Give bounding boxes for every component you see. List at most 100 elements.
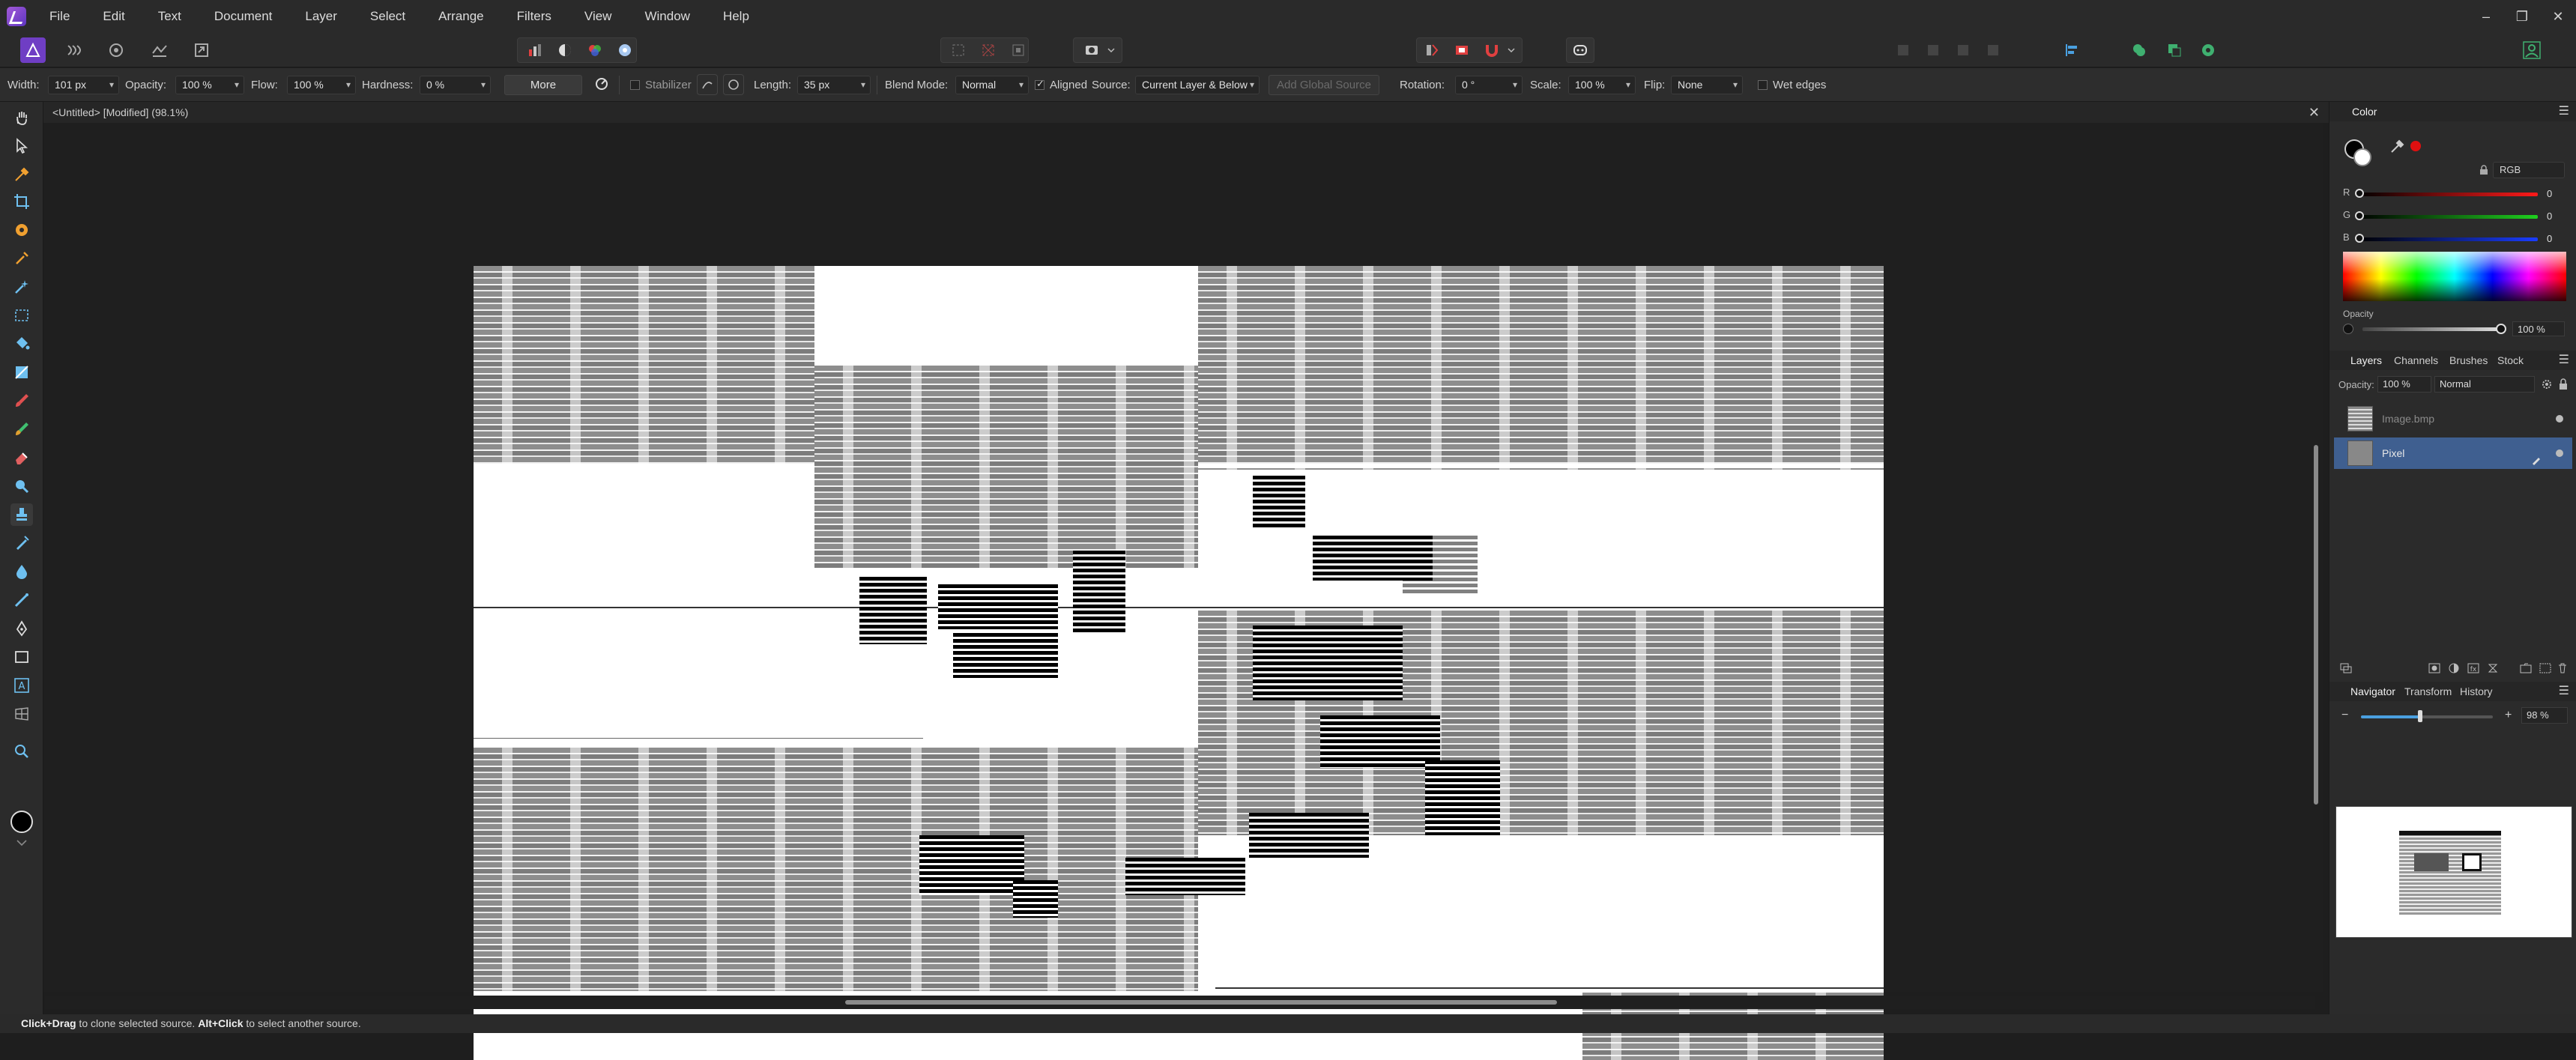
scrollbar-thumb[interactable] (2314, 445, 2318, 805)
tab-stock[interactable]: Stock (2497, 351, 2524, 370)
fill-layer-icon[interactable] (2487, 663, 2499, 677)
export-persona-icon[interactable] (189, 37, 214, 63)
secondary-color-swatch[interactable] (2353, 148, 2371, 166)
marquee-tool-icon[interactable] (10, 304, 33, 327)
stabilizer-checkbox[interactable] (630, 80, 640, 90)
boolean-subtract-icon[interactable] (2162, 37, 2187, 63)
chevron-down-icon[interactable] (1104, 37, 1118, 63)
panel-menu-icon[interactable]: ☰ (2559, 351, 2569, 370)
visibility-toggle-icon[interactable] (2556, 415, 2563, 423)
menu-text[interactable]: Text (142, 0, 198, 33)
green-channel-value[interactable]: 0 (2547, 209, 2568, 224)
menu-help[interactable]: Help (707, 0, 766, 33)
color-spectrum[interactable] (2343, 252, 2566, 301)
blue-channel-value[interactable]: 0 (2547, 231, 2568, 246)
boolean-add-icon[interactable] (2126, 37, 2152, 63)
erase-brush-tool-icon[interactable] (10, 446, 33, 469)
red-slider-knob[interactable] (2355, 189, 2364, 198)
horizontal-scrollbar[interactable] (45, 996, 2315, 1009)
color-swatches[interactable] (2344, 139, 2371, 166)
assistant-icon[interactable] (1567, 37, 1593, 63)
arrange-backward-icon[interactable] (1920, 37, 1946, 63)
layer-blend-select[interactable]: Normal (2434, 376, 2535, 393)
minimize-icon[interactable]: – (2468, 0, 2504, 33)
arrange-forward-icon[interactable] (1950, 37, 1976, 63)
menu-arrange[interactable]: Arrange (422, 0, 500, 33)
eyedropper-icon[interactable] (2389, 138, 2406, 158)
blue-slider-track[interactable] (2358, 237, 2538, 241)
rectangle-tool-icon[interactable] (10, 646, 33, 668)
blue-channel-slider[interactable]: B 0 (2343, 231, 2568, 246)
red-channel-value[interactable]: 0 (2547, 187, 2568, 202)
hand-tool-icon[interactable] (10, 106, 33, 129)
add-global-source-button[interactable]: Add Global Source (1269, 75, 1379, 95)
auto-colors-icon[interactable] (582, 37, 608, 63)
flood-fill-tool-icon[interactable] (10, 333, 33, 355)
layer-opacity-field[interactable]: 100 % (2377, 376, 2431, 393)
flip-select[interactable]: None (1671, 76, 1743, 94)
panel-menu-icon[interactable]: ☰ (2559, 102, 2569, 121)
hardness-field[interactable]: 0 % (420, 76, 491, 94)
lock-layer-icon[interactable] (2559, 378, 2568, 394)
canvas-area[interactable] (43, 123, 2315, 1060)
layer-name[interactable]: Image.bmp (2382, 403, 2434, 434)
menu-select[interactable]: Select (354, 0, 422, 33)
document-tab[interactable]: <Untitled> [Modified] (98.1%) ✕ (43, 102, 2329, 123)
zoom-slider-knob[interactable] (2418, 710, 2423, 722)
window-mode-icon[interactable] (723, 74, 744, 95)
layer-row-image[interactable]: Image.bmp (2334, 403, 2572, 434)
close-document-icon[interactable]: ✕ (2309, 102, 2320, 123)
more-button[interactable]: More (504, 75, 582, 95)
invert-selection-icon[interactable] (1006, 37, 1031, 63)
text-tool-icon[interactable]: A (10, 674, 33, 697)
boolean-intersect-icon[interactable] (2195, 37, 2221, 63)
opacity-field[interactable]: 100 % (175, 76, 244, 94)
blend-mode-select[interactable]: Normal (955, 76, 1029, 94)
gear-icon[interactable] (2541, 378, 2553, 394)
zoom-tool-icon[interactable] (10, 740, 33, 763)
live-filters-icon[interactable]: fx (2467, 663, 2479, 677)
scrollbar-thumb[interactable] (845, 1000, 1557, 1005)
length-field[interactable]: 35 px (797, 76, 871, 94)
visibility-toggle-icon[interactable] (2556, 449, 2563, 457)
develop-persona-icon[interactable] (103, 37, 129, 63)
opacity-slider-track[interactable] (2362, 327, 2500, 331)
swap-colors-icon[interactable] (10, 838, 33, 848)
tab-brushes[interactable]: Brushes (2449, 351, 2488, 370)
auto-levels-icon[interactable] (522, 37, 548, 63)
layer-row-pixel[interactable]: Pixel (2334, 437, 2572, 469)
clone-brush-tool-icon[interactable] (10, 503, 33, 526)
width-field[interactable]: 101 px (48, 76, 119, 94)
adjustments-icon[interactable] (2448, 663, 2460, 677)
delete-layer-icon[interactable] (2557, 663, 2568, 677)
flip-vertical-icon[interactable] (1449, 37, 1475, 63)
dodge-tool-icon[interactable] (10, 475, 33, 497)
navigator-preview[interactable] (2335, 806, 2572, 938)
healing-brush-tool-icon[interactable] (10, 532, 33, 554)
vertical-scrollbar[interactable] (2309, 123, 2323, 992)
zoom-out-icon[interactable]: − (2341, 709, 2348, 722)
force-pressure-icon[interactable] (590, 73, 613, 95)
primary-color-well[interactable] (10, 811, 33, 833)
selection-brush-tool-icon[interactable] (10, 219, 33, 241)
tone-mapping-persona-icon[interactable] (147, 37, 172, 63)
blue-slider-knob[interactable] (2355, 234, 2364, 243)
zoom-field[interactable]: 98 % (2521, 707, 2568, 724)
edit-layer-brush-icon[interactable] (2530, 446, 2542, 478)
flood-select-tool-icon[interactable] (10, 247, 33, 270)
snapping-magnet-icon[interactable] (1479, 37, 1505, 63)
blur-brush-tool-icon[interactable] (10, 560, 33, 583)
red-slider-track[interactable] (2358, 193, 2538, 196)
pixel-tool-icon[interactable] (10, 418, 33, 440)
green-slider-track[interactable] (2358, 215, 2538, 219)
restore-icon[interactable]: ❐ (2504, 0, 2540, 33)
scale-field[interactable]: 100 % (1568, 76, 1636, 94)
menu-edit[interactable]: Edit (86, 0, 141, 33)
rotation-field[interactable]: 0 ° (1455, 76, 1523, 94)
source-select[interactable]: Current Layer & Below (1135, 76, 1260, 94)
auto-contrast-icon[interactable] (552, 37, 578, 63)
arrange-front-icon[interactable] (1980, 37, 2006, 63)
color-mode-select[interactable]: RGB (2493, 162, 2565, 178)
tab-color[interactable]: Color (2352, 102, 2377, 121)
tab-history[interactable]: History (2460, 682, 2493, 701)
